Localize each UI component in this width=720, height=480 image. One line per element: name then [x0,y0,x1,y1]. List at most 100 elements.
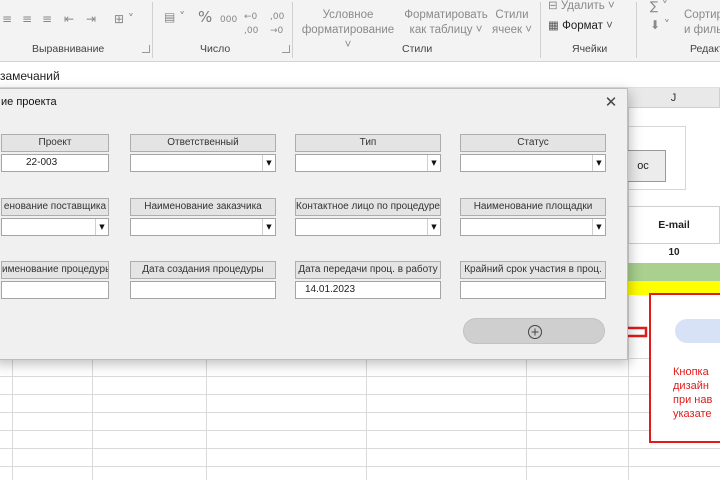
field-label-customer-name: Наименование заказчика [130,198,276,216]
plus-circle-icon [528,325,542,339]
dropdown-arrow-icon[interactable]: ▼ [262,219,275,235]
dropdown-arrow-icon[interactable]: ▼ [427,155,440,171]
align-center-icon[interactable]: ≡ [22,12,32,26]
deadline-input[interactable] [460,281,606,299]
field-label-responsible: Ответственный [130,134,276,152]
format-button[interactable]: ▦ Формат ˅ [548,19,613,34]
type-combobox[interactable]: ▼ [295,154,441,172]
status-combobox[interactable]: ▼ [460,154,606,172]
field-label-handover-date: Дата передачи проц. в работу [295,261,441,279]
merge-cells-icon[interactable]: ⊞ ˅ [114,12,134,26]
dropdown-arrow-icon[interactable]: ▼ [592,155,605,171]
grid-row-line [0,448,720,449]
field-label-project: Проект [1,134,109,152]
email-column-header: E-mail [628,206,720,244]
conditional-formatting-line2: форматирование ˅ [301,24,395,51]
decrease-indent-icon[interactable]: ⇤ [64,12,74,26]
fill-icon[interactable]: ⬇ ˅ [650,18,670,32]
field-label-procedure-created-date: Дата создания процедуры [130,261,276,279]
ribbon: ≡ ≡ ≡ ⇤ ⇥ ⊞ ˅ Выравнивание ▤ ˅ % 000 ←0,… [0,0,720,62]
grid-col-line [92,358,93,480]
conditional-formatting-button[interactable]: Условное форматирование ˅ [300,8,396,53]
handover-date-value: 14.01.2023 [305,284,356,295]
field-label-type: Тип [295,134,441,152]
contact-person-combobox[interactable]: ▼ [295,218,441,236]
annotation-box: Кнопка дизайн при нав указате [649,293,720,443]
annotation-line-2: дизайн [673,380,709,392]
grid-col-line [12,358,13,480]
grid-row-line [0,394,720,395]
format-as-table-line1: Форматировать [404,9,488,21]
responsible-combobox[interactable]: ▼ [130,154,276,172]
procedure-name-input[interactable] [1,281,109,299]
field-label-platform-name: Наименование площадки [460,198,606,216]
cell-styles-button[interactable]: Стили ячеек ˅ [490,8,534,38]
add-button[interactable] [463,318,605,344]
platform-name-combobox[interactable]: ▼ [460,218,606,236]
thousands-separator-button[interactable]: 000 [220,13,237,27]
chevron-down-icon: ˅ [607,0,615,12]
project-input[interactable]: 22-003 [1,154,109,172]
grid-row-line [0,466,720,467]
increase-indent-icon[interactable]: ⇥ [86,12,96,26]
field-label-supplier-name: енование поставщика [1,198,109,216]
group-cells-label: Ячейки [572,43,608,55]
autosum-icon[interactable]: ∑ ˅ [650,0,668,13]
project-form-dialog: ие проекта ✕ Проект 22-003 Ответственный… [0,88,628,360]
delete-cells-icon: ⊟ [548,0,558,12]
customer-name-combobox[interactable]: ▼ [130,218,276,236]
button-preview-pill [675,319,720,343]
dropdown-arrow-icon[interactable]: ▼ [592,219,605,235]
annotation-line-4: указате [673,408,712,420]
cell-styles-line1: Стили [495,9,529,21]
align-left-icon[interactable]: ≡ [2,12,12,26]
number-launcher-icon[interactable] [282,45,290,53]
increase-decimal-icon[interactable]: ←0,00 [244,10,258,38]
email-count-cell: 10 [668,247,680,258]
dropdown-arrow-icon[interactable]: ▼ [262,155,275,171]
grid-col-line [366,358,367,480]
grid-row-line [0,430,720,431]
group-styles-label: Стили [402,43,433,55]
sort-filter-line2: и филь [684,24,720,36]
field-label-deadline: Крайний срок участия в проц. [460,261,606,279]
sheet-title-bar: замечаний [0,62,720,88]
cell-styles-line2: ячеек ˅ [492,24,532,36]
field-label-contact-person: Контактное лицо по процедуре [295,198,441,216]
handover-date-input[interactable]: 14.01.2023 [295,281,441,299]
annotation-line-3: при нав [673,394,713,406]
field-label-procedure-name: именование процедуры [1,261,109,279]
alignment-launcher-icon[interactable] [142,45,150,53]
delete-button[interactable]: ⊟ Удалить ˅ [548,0,615,14]
chevron-down-icon: ˅ [606,20,613,32]
sort-filter-line1: Сортир [684,9,720,21]
column-header-j[interactable]: J [628,88,720,108]
grid-col-line [526,358,527,480]
group-alignment-label: Выравнивание [32,43,105,55]
green-fill-row [628,263,720,281]
percent-button[interactable]: % [198,10,212,25]
format-as-table-line2: как таблицу ˅ [409,24,483,36]
format-as-table-button[interactable]: Форматировать как таблицу ˅ [402,8,490,38]
align-right-icon[interactable]: ≡ [42,12,52,26]
ribbon-separator [152,2,153,58]
close-icon[interactable]: ✕ [599,91,623,113]
conditional-formatting-line1: Условное [322,9,374,21]
supplier-name-combobox[interactable]: ▼ [1,218,109,236]
grid-col-line [206,358,207,480]
sheet-title-text: замечаний [0,69,60,83]
project-input-value: 22-003 [26,157,58,168]
decrease-decimal-icon[interactable]: ,00 →0 [270,10,284,38]
group-editing-label: Редакти [690,43,720,55]
dropdown-arrow-icon[interactable]: ▼ [427,219,440,235]
ribbon-separator [636,2,637,58]
format-cells-icon: ▦ [548,20,559,32]
format-label: Формат [562,20,603,32]
ribbon-separator [292,2,293,58]
procedure-created-date-input[interactable] [130,281,276,299]
dialog-title: ие проекта [1,96,57,108]
sort-filter-button[interactable]: Сортир и филь [684,8,720,38]
group-number-label: Число [200,43,231,55]
number-format-icon[interactable]: ▤ ˅ [164,10,185,24]
dropdown-arrow-icon[interactable]: ▼ [95,219,108,235]
